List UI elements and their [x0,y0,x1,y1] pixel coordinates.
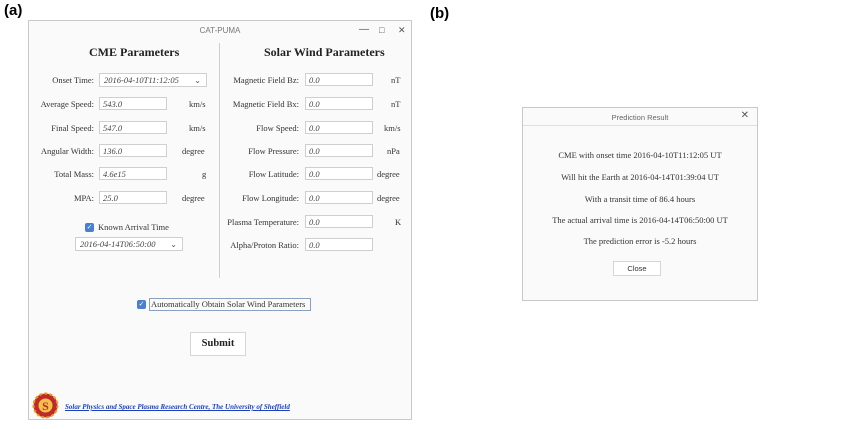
solar-wind-parameters-heading: Solar Wind Parameters [264,45,385,59]
logo-letter: S [42,399,49,413]
final-speed-label: Final Speed: [51,123,94,133]
plasma-temperature-label: Plasma Temperature: [227,217,299,227]
onset-time-dropdown[interactable]: 2016-04-10T11:12:05 ⌄ [99,73,207,87]
angular-width-unit: degree [182,146,205,156]
footer-link[interactable]: Solar Physics and Space Plasma Research … [65,403,290,411]
result-onset-line: CME with onset time 2016-04-10T11:12:05 … [558,150,722,160]
result-actual-arrival-line: The actual arrival time is 2016-04-14T06… [552,215,728,225]
flow-longitude-input[interactable]: 0.0 [305,191,373,204]
plasma-temperature-unit: K [395,217,402,227]
magnetic-field-bx-unit: nT [391,99,401,109]
flow-pressure-label: Flow Pressure: [248,146,299,156]
title-bar: CAT-PUMA — □ ✕ [29,21,411,41]
average-speed-input[interactable]: 543.0 [99,97,167,110]
panel-label-a: (a) [4,2,23,19]
average-speed-label: Average Speed: [40,99,94,109]
magnetic-field-bx-label: Magnetic Field Bx: [232,99,299,109]
known-arrival-label: Known Arrival Time [98,222,169,232]
mpa-unit: degree [182,193,205,203]
arrival-time-dropdown[interactable]: 2016-04-14T06:50:00 ⌄ [75,237,183,251]
angular-width-label: Angular Width: [40,146,94,156]
average-speed-unit: km/s [189,99,206,109]
result-error-line: The prediction error is -5.2 hours [583,236,697,246]
flow-speed-input[interactable]: 0.0 [305,121,373,134]
magnetic-field-bz-unit: nT [391,75,401,85]
flow-latitude-label: Flow Latitude: [248,169,299,179]
onset-time-value: 2016-04-10T11:12:05 [104,75,179,85]
flow-latitude-input[interactable]: 0.0 [305,167,373,180]
mpa-label: MPA: [73,193,94,203]
result-hit-line: Will hit the Earth at 2016-04-14T01:39:0… [561,172,719,182]
final-speed-unit: km/s [189,123,206,133]
flow-pressure-unit: nPa [387,146,400,156]
close-icon[interactable]: ✕ [398,24,406,36]
cme-parameters-heading: CME Parameters [89,45,180,59]
final-speed-input[interactable]: 547.0 [99,121,167,134]
logo-icon: S [32,392,59,419]
submit-button[interactable]: Submit [190,332,246,356]
result-transit-line: With a transit time of 86.4 hours [584,194,696,204]
flow-longitude-label: Flow Longitude: [242,193,299,203]
arrival-time-value: 2016-04-14T06:50:00 [80,239,156,249]
dialog-title: Prediction Result [611,113,669,122]
alpha-proton-ratio-input[interactable]: 0.0 [305,238,373,251]
chevron-down-icon: ⌄ [170,240,177,249]
close-button[interactable]: Close [613,261,661,276]
magnetic-field-bz-label: Magnetic Field Bz: [233,75,299,85]
flow-pressure-input[interactable]: 0.0 [305,144,373,157]
plasma-temperature-input[interactable]: 0.0 [305,215,373,228]
chevron-down-icon: ⌄ [194,76,201,85]
total-mass-label: Total Mass: [54,169,94,179]
cat-puma-window: CAT-PUMA — □ ✕ CME Parameters Solar Wind… [28,20,412,420]
flow-speed-unit: km/s [384,123,401,133]
maximize-icon[interactable]: □ [379,24,384,36]
flow-longitude-unit: degree [377,193,400,203]
auto-obtain-checkbox[interactable]: ✓ [137,300,146,309]
mpa-input[interactable]: 25.0 [99,191,167,204]
flow-latitude-unit: degree [377,169,400,179]
magnetic-field-bx-input[interactable]: 0.0 [305,97,373,110]
prediction-result-dialog: Prediction Result ✕ CME with onset time … [522,107,758,301]
close-icon[interactable]: ✕ [741,110,749,121]
total-mass-unit: g [202,169,207,179]
auto-obtain-label: Automatically Obtain Solar Wind Paramete… [151,299,306,309]
sheffield-logo: S [32,392,59,419]
flow-speed-label: Flow Speed: [256,123,299,133]
onset-time-label: Onset Time: [52,75,94,85]
minimize-icon[interactable]: — [359,24,369,36]
column-divider [219,43,220,278]
panel-label-b: (b) [430,5,450,22]
angular-width-input[interactable]: 136.0 [99,144,167,157]
total-mass-input[interactable]: 4.6e15 [99,167,167,180]
known-arrival-checkbox[interactable]: ✓ [85,223,94,232]
dialog-separator [523,125,757,126]
window-title: CAT-PUMA [199,26,241,35]
alpha-proton-ratio-label: Alpha/Proton Ratio: [230,240,299,250]
magnetic-field-bz-input[interactable]: 0.0 [305,73,373,86]
